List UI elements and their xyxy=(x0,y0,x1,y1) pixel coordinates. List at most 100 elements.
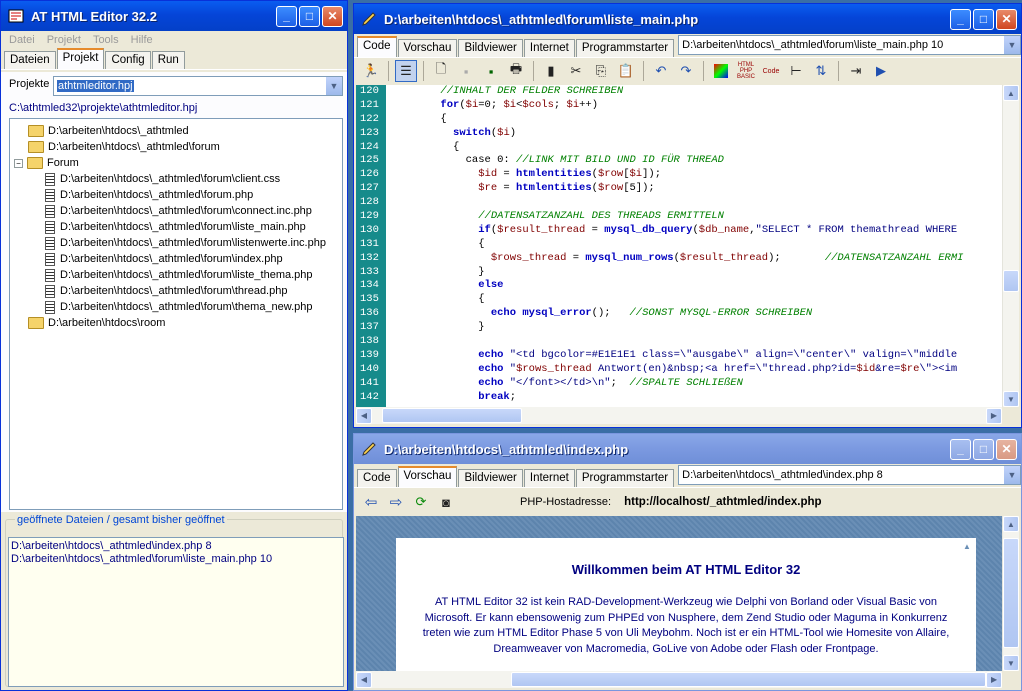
scroll-up-icon[interactable]: ▲ xyxy=(1003,85,1019,101)
forward-arrow-icon[interactable]: ⇨ xyxy=(385,491,407,513)
tree-item[interactable]: D:\arbeiten\htdocs\_athtmled\forum\liste… xyxy=(10,267,342,283)
tree-item[interactable]: D:\arbeiten\htdocs\_athtmled\forum\index… xyxy=(10,251,342,267)
tree-item[interactable]: D:\arbeiten\htdocs\_athtmled\forum\liste… xyxy=(10,235,342,251)
tree-item[interactable]: − Forum xyxy=(10,155,342,171)
tab-config[interactable]: Config xyxy=(105,51,151,69)
file-combo[interactable]: D:\arbeiten\htdocs\_athtmled\index.php 8… xyxy=(678,465,1021,485)
tab-vorschau[interactable]: Vorschau xyxy=(397,39,458,57)
chevron-down-icon[interactable]: ▼ xyxy=(1003,36,1020,54)
code-line[interactable]: { xyxy=(390,238,1002,252)
collapse-icon[interactable]: − xyxy=(14,158,23,168)
list-icon[interactable]: ☰ xyxy=(395,60,417,82)
save-disabled-icon[interactable]: ▪ xyxy=(455,60,477,82)
code-line[interactable]: case 0: //LINK MIT BILD UND ID FÜR THREA… xyxy=(390,154,1002,168)
editor-vertical-scrollbar[interactable]: ▲ ▼ xyxy=(1002,85,1019,407)
close-button[interactable]: ✕ xyxy=(996,438,1017,460)
tree-item[interactable]: D:\arbeiten\htdocs\_athtmled\forum\clien… xyxy=(10,171,342,187)
tab-programmstarter[interactable]: Programmstarter xyxy=(575,39,675,57)
scroll-left-icon[interactable]: ◀ xyxy=(356,407,372,424)
code-line[interactable] xyxy=(390,335,1002,349)
close-button[interactable]: ✕ xyxy=(322,5,343,27)
code-line[interactable]: { xyxy=(390,113,1002,127)
editor-horizontal-scrollbar[interactable]: ◀ ▶ xyxy=(356,407,1002,424)
list-item[interactable]: D:\arbeiten\htdocs\_athtmled\index.php 8 xyxy=(11,540,341,553)
code-line[interactable]: $id = htmlentities($row[$i]); xyxy=(390,168,1002,182)
preview-horizontal-scrollbar[interactable]: ◀ ▶ xyxy=(356,671,1003,688)
maximize-button[interactable]: □ xyxy=(299,5,320,27)
preview-window-titlebar[interactable]: D:\arbeiten\htdocs\_athtmled\index.php _… xyxy=(354,434,1021,464)
scroll-up-icon[interactable]: ▲ xyxy=(959,538,975,554)
tab-code[interactable]: Code xyxy=(357,469,397,487)
undo-icon[interactable]: ↶ xyxy=(650,60,672,82)
project-tree[interactable]: D:\arbeiten\htdocs\_athtmled D:\arbeiten\… xyxy=(9,118,343,510)
book-icon[interactable]: ▮ xyxy=(540,60,562,82)
tree-item[interactable]: D:\arbeiten\htdocs\_athtmled\forum\conne… xyxy=(10,203,342,219)
page-scrollbar[interactable]: ▲ xyxy=(959,538,976,678)
color-palette-icon[interactable] xyxy=(710,60,732,82)
scroll-down-icon[interactable]: ▼ xyxy=(1003,655,1019,671)
tree-item[interactable]: D:\arbeiten\htdocs\_athtmled\forum\liste… xyxy=(10,219,342,235)
cut-icon[interactable]: ✂ xyxy=(565,60,587,82)
minimize-button[interactable]: _ xyxy=(950,8,971,30)
scroll-down-icon[interactable]: ▼ xyxy=(1003,391,1019,407)
scroll-left-icon[interactable]: ◀ xyxy=(356,671,372,688)
code-line[interactable]: { xyxy=(390,141,1002,155)
code-line[interactable]: echo "</font></td>\n"; //SPALTE SCHLIEßE… xyxy=(390,377,1002,391)
tab-programmstarter[interactable]: Programmstarter xyxy=(575,469,675,487)
code-line[interactable]: $rows_thread = mysql_num_rows($result_th… xyxy=(390,252,1002,266)
code-line[interactable]: } xyxy=(390,321,1002,335)
back-arrow-icon[interactable]: ⇦ xyxy=(360,491,382,513)
menu-hilfe[interactable]: Hilfe xyxy=(125,34,159,46)
code-icon[interactable]: Code xyxy=(760,60,782,82)
scroll-thumb[interactable] xyxy=(382,408,522,423)
tree-item[interactable]: D:\arbeiten\htdocs\_athtmled\forum\threa… xyxy=(10,283,342,299)
scroll-thumb[interactable] xyxy=(1003,538,1019,648)
project-window-titlebar[interactable]: AT HTML Editor 32.2 _ □ ✕ xyxy=(1,1,347,31)
tab-bildviewer[interactable]: Bildviewer xyxy=(458,469,523,487)
browser-icon[interactable]: ◙ xyxy=(435,491,457,513)
code-line[interactable]: else xyxy=(390,279,1002,293)
print-icon[interactable]: 🖶 xyxy=(505,60,527,82)
minimize-button[interactable]: _ xyxy=(276,5,297,27)
paste-icon[interactable]: 📋 xyxy=(615,60,637,82)
code-line[interactable]: //DATENSATZANZAHL DES THREADS ERMITTELN xyxy=(390,210,1002,224)
save-icon[interactable]: ▪ xyxy=(480,60,502,82)
minimize-button[interactable]: _ xyxy=(950,438,971,460)
tab-code[interactable]: Code xyxy=(357,36,397,57)
code-line[interactable]: } xyxy=(390,266,1002,280)
tree-item[interactable]: D:\arbeiten\htdocs\_athtmled xyxy=(10,123,342,139)
scroll-up-icon[interactable]: ▲ xyxy=(1003,516,1019,532)
code-line[interactable]: //INHALT DER FELDER SCHREIBEN xyxy=(390,85,1002,99)
chevron-down-icon[interactable]: ▼ xyxy=(1003,466,1020,484)
indent-icon[interactable]: ⇥ xyxy=(845,60,867,82)
code-lines[interactable]: //INHALT DER FELDER SCHREIBEN for($i=0; … xyxy=(390,85,1002,404)
tab-internet[interactable]: Internet xyxy=(523,469,575,487)
code-editor[interactable]: 120 121 122 123 124 125 126 127 128 129 130 131 132 1… xyxy=(356,85,1002,407)
tab-internet[interactable]: Internet xyxy=(523,39,575,57)
menu-tools[interactable]: Tools xyxy=(87,34,125,46)
project-combo[interactable]: athtmleditor.hpj ▼ xyxy=(53,76,343,96)
copy-icon[interactable]: ⎘ xyxy=(590,60,612,82)
tab-vorschau[interactable]: Vorschau xyxy=(397,466,458,487)
tab-projekt[interactable]: Projekt xyxy=(56,48,105,69)
preview-vertical-scrollbar[interactable]: ▲ ▼ xyxy=(1002,516,1019,671)
chevron-down-icon[interactable]: ▼ xyxy=(325,77,342,95)
maximize-button[interactable]: □ xyxy=(973,438,994,460)
tree-item[interactable]: D:\arbeiten\htdocs\_athtmled\forum xyxy=(10,139,342,155)
code-line[interactable]: { xyxy=(390,293,1002,307)
html-php-basic-icon[interactable]: HTML PHP BASIC xyxy=(735,60,757,82)
menu-projekt[interactable]: Projekt xyxy=(41,34,87,46)
scroll-right-icon[interactable]: ▶ xyxy=(986,671,1003,688)
new-file-icon[interactable]: 🗋 xyxy=(430,60,452,82)
code-line[interactable]: echo "<td bgcolor=#E1E1E1 class=\"ausgab… xyxy=(390,349,1002,363)
tree-item[interactable]: D:\arbeiten\htdocs\_athtmled\forum.php xyxy=(10,187,342,203)
redo-icon[interactable]: ↷ xyxy=(675,60,697,82)
code-line[interactable]: echo mysql_error(); //SONST MYSQL-ERROR … xyxy=(390,307,1002,321)
code-line[interactable]: if($result_thread = mysql_db_query($db_n… xyxy=(390,224,1002,238)
code-line[interactable]: for($i=0; $i<$cols; $i++) xyxy=(390,99,1002,113)
code-line[interactable]: break; xyxy=(390,391,1002,405)
file-combo[interactable]: D:\arbeiten\htdocs\_athtmled\forum\liste… xyxy=(678,35,1021,55)
list-item[interactable]: D:\arbeiten\htdocs\_athtmled\forum\liste… xyxy=(11,553,341,566)
code-line[interactable]: $re = htmlentities($row[5]); xyxy=(390,182,1002,196)
tab-run[interactable]: Run xyxy=(151,51,185,69)
